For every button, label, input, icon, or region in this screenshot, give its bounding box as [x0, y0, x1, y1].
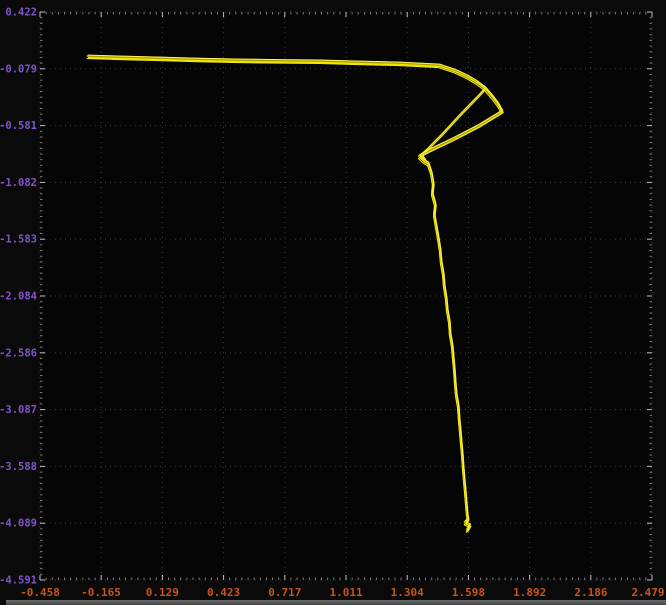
- y-axis-tick-label: -0.079: [0, 63, 37, 75]
- x-axis-tick-label: 2.186: [574, 586, 607, 599]
- y-axis-tick-label: -3.588: [0, 461, 37, 473]
- y-axis-tick-label: -4.089: [0, 518, 37, 530]
- x-axis-tick-label: 0.129: [146, 586, 179, 599]
- plot-window: 0.422 -0.079 -0.581 -1.082 -1.583 -2.084 -2.58…: [0, 0, 666, 605]
- y-axis-tick-label: 0.422: [5, 7, 37, 19]
- y-axis-tick-label: -1.082: [0, 177, 37, 189]
- x-axis-tick-label: 0.423: [207, 586, 240, 599]
- y-axis-tick-label: -4.591: [0, 575, 37, 587]
- y-axis-tick-label: -0.581: [0, 120, 37, 132]
- window-bottom-edge: [6, 600, 666, 605]
- y-axis-tick-label: -2.586: [0, 347, 37, 359]
- x-axis-tick-label: 1.011: [330, 586, 363, 599]
- y-axis-tick-label: -3.087: [0, 404, 37, 416]
- x-axis-tick-label: 0.717: [268, 586, 301, 599]
- x-axis-tick-label: 1.892: [513, 586, 546, 599]
- x-axis-tick-label: -0.165: [81, 586, 121, 599]
- x-axis-tick-label: 2.479: [631, 586, 664, 599]
- y-axis-tick-label: -2.084: [0, 290, 37, 302]
- x-axis-tick-label: 1.304: [391, 586, 424, 599]
- x-axis-tick-label: 1.598: [452, 586, 485, 599]
- xy-plot-canvas[interactable]: 0.422 -0.079 -0.581 -1.082 -1.583 -2.084 -2.58…: [0, 0, 666, 605]
- x-axis-tick-label: -0.458: [20, 586, 60, 599]
- y-axis-tick-label: -1.583: [0, 234, 37, 246]
